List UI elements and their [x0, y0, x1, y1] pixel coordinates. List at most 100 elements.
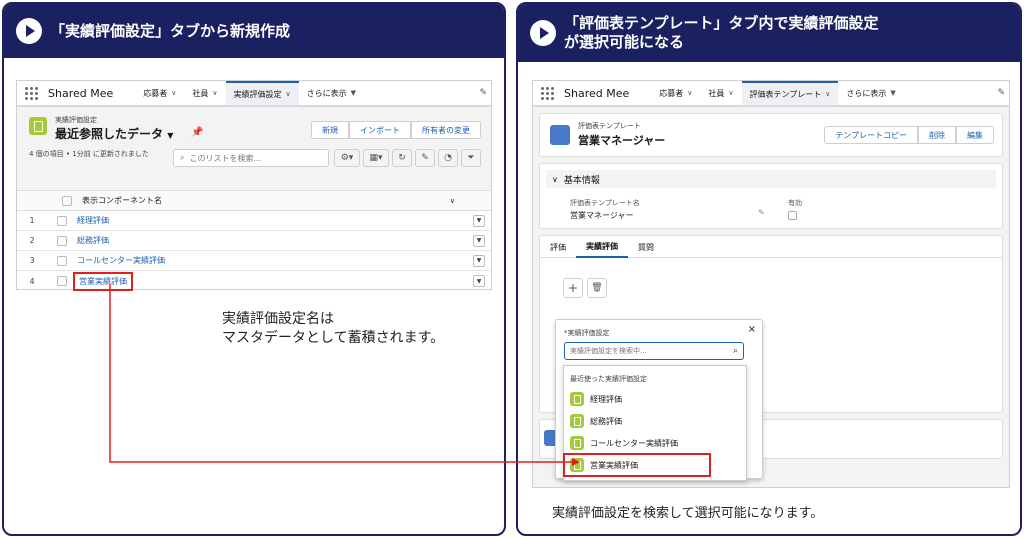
- tab-questions[interactable]: 質問: [628, 236, 664, 258]
- column-header-name[interactable]: 表示コンポーネント名: [82, 195, 162, 206]
- search-icon: ⌕: [732, 346, 738, 356]
- detail-card: ∨ 基本情報 評価表テンプレート名 営業マネージャー ✎ 有効: [539, 163, 1003, 229]
- record-icon: [570, 458, 584, 472]
- search-input[interactable]: ⌕ このリストを検索...: [173, 149, 329, 167]
- add-icon[interactable]: +: [563, 278, 583, 298]
- row-checkbox[interactable]: [57, 255, 67, 266]
- record-title: 営業マネージャー: [578, 134, 666, 147]
- trash-icon[interactable]: 🗑: [587, 278, 607, 298]
- right-caption: 実績評価設定を検索して選択可能になります。: [552, 506, 824, 521]
- right-panel: 「評価表テンプレート」タブ内で実績評価設定 が選択可能になる Shared Me…: [516, 2, 1022, 536]
- nav-tab-applicants[interactable]: 応募者 ∨: [651, 81, 700, 105]
- nav-tab-applicants[interactable]: 応募者 ∨: [135, 81, 184, 105]
- record-link[interactable]: 経理評価: [77, 215, 109, 226]
- chevron-down-icon[interactable]: ∨: [450, 197, 455, 205]
- right-panel-header: 「評価表テンプレート」タブ内で実績評価設定 が選択可能になる: [518, 4, 1020, 62]
- right-header-text: 「評価表テンプレート」タブ内で実績評価設定 が選択可能になる: [564, 14, 879, 51]
- chevron-down-icon: ∨: [171, 89, 177, 97]
- chevron-down-icon: ∨: [687, 89, 693, 97]
- template-screenshot: Shared Mee 応募者 ∨ 社員 ∨ 評価表テンプレート ∨ さらに表示 ▼ ✎ …: [532, 80, 1010, 488]
- record-link[interactable]: コールセンター実績評価: [77, 255, 165, 266]
- nav-more[interactable]: さらに表示 ▼: [838, 81, 903, 105]
- row-action-icon[interactable]: ▼: [473, 234, 485, 247]
- delete-button[interactable]: 削除: [918, 126, 956, 144]
- new-button[interactable]: 新規: [311, 121, 349, 139]
- object-label: 実績評価設定: [55, 116, 97, 124]
- row-action-icon[interactable]: ▼: [473, 214, 485, 227]
- record-header: 評価表テンプレート 営業マネージャー テンプレートコピー 削除 編集: [539, 113, 1003, 157]
- pencil-icon[interactable]: ✎: [758, 208, 765, 217]
- nav-tab-performance-settings[interactable]: 実績評価設定 ∨: [225, 81, 299, 105]
- app-launcher-icon[interactable]: [25, 86, 38, 100]
- lookup-option[interactable]: 経理評価: [564, 388, 746, 410]
- caret-down-icon: ▼: [350, 89, 357, 97]
- app-name: Shared Mee: [564, 86, 630, 100]
- lookup-search-input[interactable]: 実績評価設定を検索中... ⌕: [564, 342, 744, 360]
- app-name: Shared Mee: [48, 86, 114, 100]
- row-action-icon[interactable]: ▼: [473, 254, 485, 267]
- caret-down-icon: ▼: [167, 131, 174, 140]
- section-header[interactable]: ∨ 基本情報: [546, 170, 996, 188]
- lookup-option[interactable]: 総務評価: [564, 410, 746, 432]
- close-icon[interactable]: ×: [748, 324, 756, 335]
- nav-tab-employees[interactable]: 社員 ∨: [700, 81, 741, 105]
- nav-bar: Shared Mee 応募者 ∨ 社員 ∨ 実績評価設定 ∨ さらに表示 ▼ ✎: [17, 81, 491, 107]
- row-checkbox[interactable]: [57, 215, 67, 226]
- tab-performance[interactable]: 実績評価: [576, 236, 628, 258]
- pencil-icon[interactable]: ✎: [479, 88, 487, 98]
- table-view-icon[interactable]: ▦▾: [363, 149, 389, 167]
- table-header: 表示コンポーネント名 ∨: [17, 191, 491, 211]
- caret-down-icon: ▼: [890, 89, 896, 97]
- chevron-down-icon: ∨: [825, 90, 831, 98]
- record-link[interactable]: 総務評価: [77, 235, 109, 246]
- play-icon: [530, 20, 556, 46]
- import-button[interactable]: インポート: [349, 121, 411, 139]
- tab-evaluation[interactable]: 評価: [540, 236, 576, 258]
- list-status: 4 個の項目 • 1分前 に更新されました: [29, 150, 149, 158]
- tab-bar: 評価 実績評価 質問: [540, 236, 1002, 258]
- nav-tab-employees[interactable]: 社員 ∨: [184, 81, 225, 105]
- refresh-icon[interactable]: ↻: [392, 149, 412, 167]
- list-view-selector[interactable]: 最近参照したデータ ▼: [55, 125, 173, 142]
- row-checkbox[interactable]: [57, 235, 67, 246]
- table-row: 2 総務評価 ▼: [17, 231, 491, 251]
- play-icon: [16, 18, 42, 44]
- lookup-option-highlighted[interactable]: 営業実績評価: [563, 453, 711, 477]
- nav-bar: Shared Mee 応募者 ∨ 社員 ∨ 評価表テンプレート ∨ さらに表示 ▼ ✎: [533, 81, 1009, 107]
- edit-button[interactable]: 編集: [956, 126, 994, 144]
- chart-icon[interactable]: ◔: [438, 149, 458, 167]
- gear-icon[interactable]: ⚙▾: [334, 149, 360, 167]
- edit-icon[interactable]: ✎: [415, 149, 435, 167]
- table-body: 1 経理評価 ▼ 2 総務評価 ▼ 3 コールセンター実績評価 ▼ 4 営業実績…: [17, 211, 491, 291]
- annotation-text: 実績評価設定名は マスタデータとして蓄積されます。: [222, 311, 445, 346]
- list-header: 実績評価設定 最近参照したデータ ▼ 📌 新規 インポート 所有者の変更 4 個…: [17, 107, 491, 191]
- copy-template-button[interactable]: テンプレートコピー: [824, 126, 918, 144]
- list-view-screenshot: Shared Mee 応募者 ∨ 社員 ∨ 実績評価設定 ∨ さらに表示 ▼ ✎ 実績評…: [16, 80, 492, 291]
- left-panel: 「実績評価設定」タブから新規作成 Shared Mee 応募者 ∨ 社員 ∨ 実績評…: [2, 2, 506, 536]
- lookup-label: *実績評価設定: [564, 329, 610, 337]
- action-buttons: 新規 インポート 所有者の変更: [311, 121, 481, 139]
- filter-icon[interactable]: ⏷: [461, 149, 481, 167]
- chevron-down-icon: ∨: [212, 89, 218, 97]
- lookup-option[interactable]: コールセンター実績評価: [564, 432, 746, 454]
- record-icon: [570, 414, 584, 428]
- change-owner-button[interactable]: 所有者の変更: [411, 121, 481, 139]
- row-checkbox[interactable]: [57, 276, 67, 286]
- app-launcher-icon[interactable]: [541, 86, 554, 100]
- record-link[interactable]: 営業実績評価: [73, 271, 133, 291]
- row-action-icon[interactable]: ▼: [473, 275, 485, 287]
- pin-icon[interactable]: 📌: [191, 127, 203, 138]
- record-icon: [570, 392, 584, 406]
- table-row: 1 経理評価 ▼: [17, 211, 491, 231]
- object-icon: [29, 117, 47, 135]
- field-label: 評価表テンプレート名: [570, 199, 640, 207]
- pencil-icon[interactable]: ✎: [997, 88, 1005, 98]
- recent-label: 最近使った実績評価設定: [570, 375, 647, 383]
- nav-tab-eval-templates[interactable]: 評価表テンプレート ∨: [741, 81, 839, 105]
- list-tools: ⚙▾ ▦▾ ↻ ✎ ◔ ⏷: [331, 149, 481, 167]
- table-row: 4 営業実績評価 ▼: [17, 271, 491, 291]
- active-label: 有効: [788, 199, 802, 207]
- select-all-checkbox[interactable]: [62, 195, 72, 206]
- nav-more[interactable]: さらに表示 ▼: [299, 81, 364, 105]
- active-checkbox: [788, 211, 797, 220]
